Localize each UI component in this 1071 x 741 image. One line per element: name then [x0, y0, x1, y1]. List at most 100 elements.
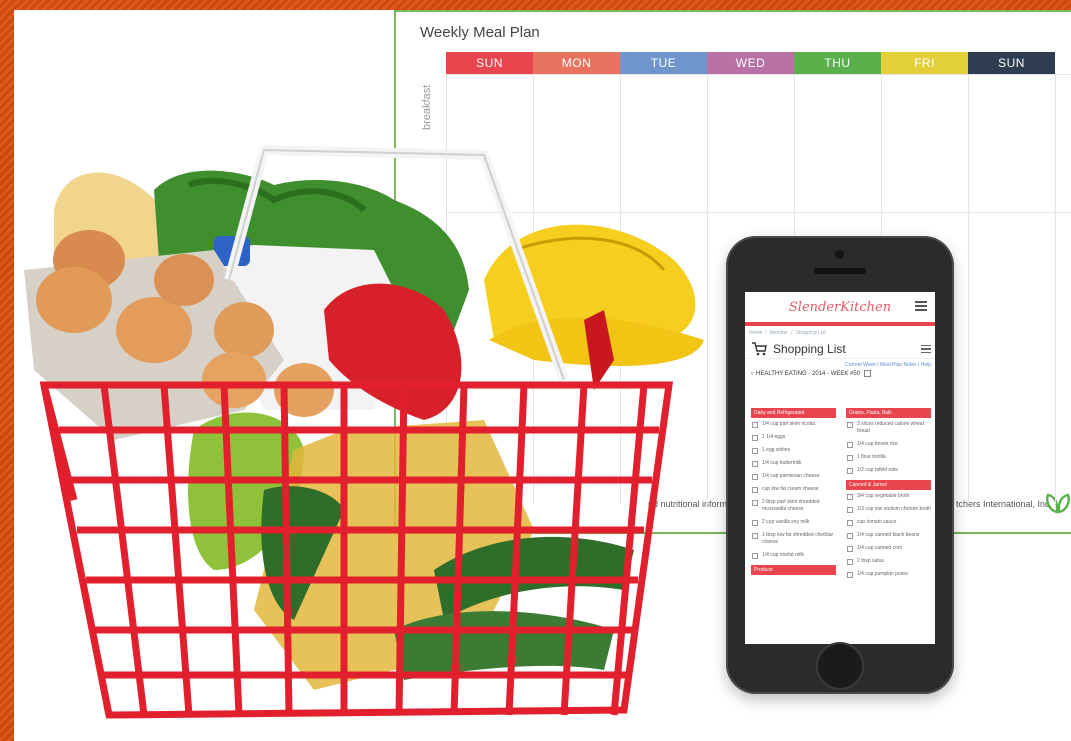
item-label: cup low fat cream cheese: [762, 486, 819, 492]
planner-footer-right: tchers International, Inc.: [956, 499, 1053, 509]
item-label: 2 tbsp salsa: [857, 558, 884, 564]
list-item[interactable]: 1/4 cup parmesan cheese: [751, 473, 836, 480]
list-item[interactable]: 1/2 cup rolled oats: [846, 467, 931, 474]
item-label: 3/4 cup vegetable broth: [857, 493, 910, 499]
list-item[interactable]: 1/4 cup canned black beans: [846, 532, 931, 539]
item-label: 2 tbsp part skim shredded mozzarella che…: [762, 499, 820, 512]
item-label: 1/4 cup pumpkin puree: [857, 571, 908, 577]
list-item[interactable]: 1/3 cup low sodium chicken broth: [846, 506, 931, 513]
cucumber: [394, 611, 614, 680]
category-header: Grains, Pasta, Bulk: [846, 408, 931, 418]
item-checkbox[interactable]: [847, 494, 853, 500]
egg: [116, 297, 192, 363]
item-label: 1/4 cup buttermilk: [762, 460, 802, 466]
list-item[interactable]: 1/4 cup pumpkin puree: [846, 571, 931, 578]
list-item[interactable]: 3 slices reduced calorie wheat bread: [846, 421, 931, 435]
category-header: Dairy and Refrigerated: [751, 408, 836, 418]
list-item[interactable]: 1 1/4 eggs: [751, 434, 836, 441]
shopping-list-columns: Dairy and Refrigerated 1/4 cup part skim …: [751, 404, 931, 584]
breadcrumb-item[interactable]: Home: [749, 330, 762, 336]
list-item[interactable]: cup tomato sauce: [846, 519, 931, 526]
grocery-basket-illustration: [24, 145, 704, 719]
hamburger-menu-icon[interactable]: [915, 299, 927, 313]
item-label: 1/4 cup parmesan cheese: [762, 473, 820, 479]
day-header-4: THU: [794, 52, 881, 74]
item-checkbox[interactable]: [752, 461, 758, 467]
grid-line: [1055, 74, 1056, 504]
item-checkbox[interactable]: [752, 500, 758, 506]
phone-camera: [835, 250, 844, 259]
day-header-3: WED: [707, 52, 794, 74]
shopping-list-header: Shopping List: [745, 340, 935, 359]
site-logo[interactable]: SlenderKitchen: [789, 300, 891, 315]
chevron-left-icon[interactable]: ‹: [751, 371, 753, 377]
grid-line: [968, 74, 969, 504]
item-checkbox[interactable]: [847, 455, 853, 461]
item-checkbox[interactable]: [752, 487, 758, 493]
item-label: 1/4 cup brown rice: [857, 441, 898, 447]
item-label: 1 flour tortilla: [857, 454, 886, 460]
category-header: Produce: [751, 565, 836, 575]
item-checkbox[interactable]: [847, 422, 853, 428]
list-menu-icon[interactable]: [921, 343, 931, 356]
item-label: 1/4 cup canned black beans: [857, 532, 920, 538]
week-label: HEALTHY EATING - 2014 - WEEK #50: [756, 370, 861, 377]
list-item[interactable]: 1/4 cup part skim ricotta: [751, 421, 836, 428]
category-header: Canned & Jarred: [846, 480, 931, 490]
list-item[interactable]: 3/4 cup vegetable broth: [846, 493, 931, 500]
list-item[interactable]: 1 flour tortilla: [846, 454, 931, 461]
item-checkbox[interactable]: [752, 422, 758, 428]
phone-home-button[interactable]: [816, 642, 864, 690]
list-item[interactable]: 1/4 cup nonfat milk: [751, 552, 836, 559]
item-checkbox[interactable]: [847, 559, 853, 565]
list-item[interactable]: 1/4 cup buttermilk: [751, 460, 836, 467]
day-header-6: SUN: [968, 52, 1055, 74]
day-header-5: FRI: [881, 52, 968, 74]
shopping-list-title: Shopping List: [773, 342, 846, 356]
egg: [36, 267, 112, 333]
calendar-icon[interactable]: [864, 370, 872, 377]
item-label: 1/4 cup part skim ricotta: [762, 421, 816, 427]
shopping-cart-icon: [752, 342, 767, 356]
item-label: cup tomato sauce: [857, 519, 897, 525]
breadcrumb-item: /: [765, 330, 767, 336]
egg: [214, 302, 274, 358]
breadcrumb-item[interactable]: Shopping List: [795, 330, 825, 336]
item-checkbox[interactable]: [847, 572, 853, 578]
item-label: 1 tbsp low fat shredded cheddar cheese: [762, 532, 834, 545]
list-item[interactable]: 1 tbsp low fat shredded cheddar cheese: [751, 532, 836, 546]
item-checkbox[interactable]: [752, 474, 758, 480]
item-label: 1/4 cup nonfat milk: [762, 552, 804, 558]
item-label: 1/3 cup low sodium chicken broth: [857, 506, 931, 512]
item-checkbox[interactable]: [847, 442, 853, 448]
list-item[interactable]: 1/4 cup brown rice: [846, 441, 931, 448]
item-label: 3 slices reduced calorie wheat bread: [857, 421, 924, 434]
list-item[interactable]: 1 egg whites: [751, 447, 836, 454]
list-nav-links[interactable]: Current Week | Meal Plan Notes | Help: [745, 359, 935, 368]
list-item[interactable]: 2 cup vanilla soy milk: [751, 519, 836, 526]
smartphone: SlenderKitchen Home / Member / Shopping List…: [726, 236, 954, 694]
list-item[interactable]: 2 tbsp salsa: [846, 558, 931, 565]
site-header: SlenderKitchen: [745, 292, 935, 326]
item-checkbox[interactable]: [752, 553, 758, 559]
list-item[interactable]: 1/4 cup canned corn: [846, 545, 931, 552]
phone-speaker: [814, 268, 866, 274]
breadcrumb: Home / Member / Shopping List: [745, 326, 935, 340]
list-item[interactable]: cup low fat cream cheese: [751, 486, 836, 493]
egg: [154, 254, 214, 306]
item-checkbox[interactable]: [752, 435, 758, 441]
promo-canvas: Weekly Meal Plan SUN MON TUE WED THU FRI SUN b…: [14, 10, 1071, 741]
item-checkbox[interactable]: [847, 533, 853, 539]
item-checkbox[interactable]: [847, 507, 853, 513]
item-checkbox[interactable]: [752, 520, 758, 526]
week-selector[interactable]: ‹ HEALTHY EATING - 2014 - WEEK #50: [745, 368, 935, 379]
item-checkbox[interactable]: [752, 533, 758, 539]
breadcrumb-item: /: [791, 330, 793, 336]
item-checkbox[interactable]: [752, 448, 758, 454]
list-item[interactable]: 2 tbsp part skim shredded mozzarella che…: [751, 499, 836, 513]
item-label: 1/4 cup canned corn: [857, 545, 903, 551]
item-checkbox[interactable]: [847, 546, 853, 552]
breadcrumb-item[interactable]: Member: [770, 330, 788, 336]
item-checkbox[interactable]: [847, 468, 853, 474]
item-checkbox[interactable]: [847, 520, 853, 526]
